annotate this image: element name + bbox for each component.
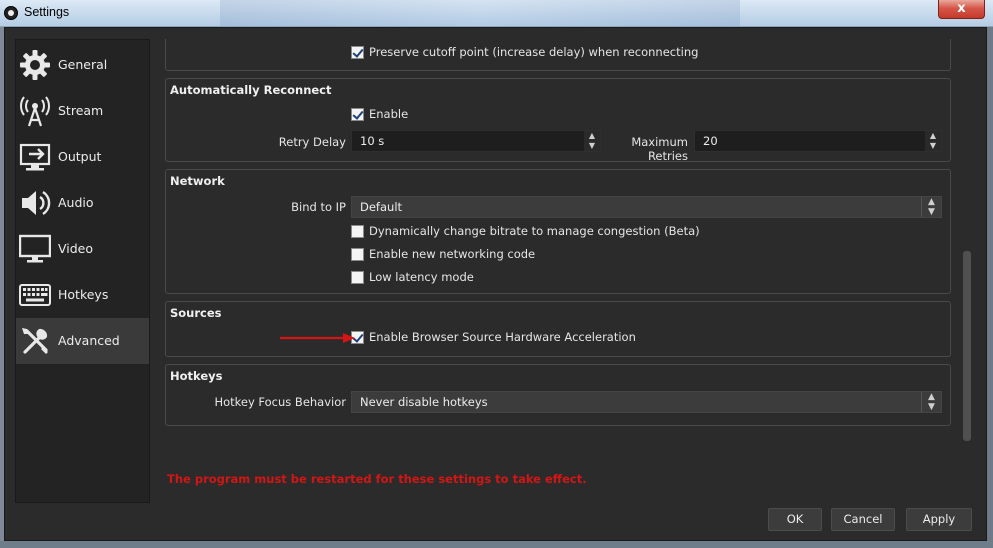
hotkey-focus-value: Never disable hotkeys [360,395,488,409]
sidebar-item-general[interactable]: General [16,42,149,88]
max-retries-value: 20 [703,134,718,148]
dynamic-bitrate-checkbox[interactable] [351,224,364,238]
cancel-button[interactable]: Cancel [831,508,895,531]
sidebar-item-video[interactable]: Video [16,226,149,272]
bind-to-ip-label: Bind to IP [291,200,346,214]
sidebar-item-label: Output [58,149,102,164]
sidebar-item-label: General [58,57,108,72]
group-hotkeys: Hotkeys Hotkey Focus Behavior Never disa… [165,364,951,426]
sidebar-item-label: Audio [58,195,94,210]
sidebar-item-audio[interactable]: Audio [16,180,149,226]
dynamic-bitrate-row[interactable]: Dynamically change bitrate to manage con… [351,224,700,238]
close-window-button[interactable]: x [938,0,985,19]
new-networking-checkbox[interactable] [351,247,364,261]
title-bar: Settings [0,0,993,27]
hotkey-focus-label: Hotkey Focus Behavior [214,395,346,409]
hotkey-focus-select[interactable]: Never disable hotkeys ▲ ▼ [351,391,942,413]
retry-delay-spinner[interactable]: ▲ ▼ [584,131,600,151]
annotation-arrow-icon [280,333,355,343]
max-retries-label: Maximum Retries [631,135,688,163]
group-network: Network Bind to IP Default ▲ ▼ Dynamicall… [165,169,951,294]
output-icon [19,141,51,173]
bind-to-ip-select[interactable]: Default ▲ ▼ [351,196,942,218]
max-retries-field[interactable]: 20 ▲ ▼ [694,130,942,152]
settings-sidebar: General Stream Output Audio Video Hotkey… [15,39,150,503]
bind-to-ip-value: Default [360,200,403,214]
sidebar-item-output[interactable]: Output [16,134,149,180]
preserve-cutoff-checkbox-row[interactable]: Preserve cutoff point (increase delay) w… [351,45,698,59]
tools-icon [19,325,51,357]
keyboard-icon [19,279,51,311]
sidebar-item-hotkeys[interactable]: Hotkeys [16,272,149,318]
group-title: Sources [170,306,222,320]
restart-warning-text: The program must be restarted for these … [167,472,587,486]
reconnect-enable-checkbox[interactable] [351,107,364,121]
broadcast-icon [19,95,51,127]
group-title: Network [170,174,225,188]
settings-content-area: Preserve cutoff point (increase delay) w… [155,39,970,503]
retry-delay-field[interactable]: 10 s ▲ ▼ [351,130,601,152]
apply-button[interactable]: Apply [906,508,972,531]
max-retries-spinner[interactable]: ▲ ▼ [925,131,941,151]
spin-down-icon[interactable]: ▼ [586,141,598,151]
sidebar-item-label: Video [58,241,94,256]
gear-icon [19,49,51,81]
new-networking-label: Enable new networking code [369,247,536,261]
sidebar-item-label: Hotkeys [58,287,109,302]
chevron-updown-icon: ▲ ▼ [921,392,941,412]
group-title: Automatically Reconnect [170,83,332,97]
retry-delay-label: Retry Delay [278,135,346,149]
spin-up-icon[interactable]: ▲ [586,131,598,141]
sidebar-item-label: Advanced [58,333,120,348]
spin-up-icon[interactable]: ▲ [927,131,939,141]
low-latency-label: Low latency mode [369,270,474,284]
chevron-updown-icon: ▲ ▼ [921,197,941,217]
ok-button[interactable]: OK [768,508,822,531]
new-networking-row[interactable]: Enable new networking code [351,247,535,261]
window-border-right [987,27,993,541]
browser-accel-row[interactable]: Enable Browser Source Hardware Accelerat… [351,330,636,344]
group-auto-reconnect: Automatically Reconnect Enable Retry Del… [165,78,951,163]
obs-logo-icon [4,6,18,20]
dynamic-bitrate-label: Dynamically change bitrate to manage con… [369,224,700,238]
group-sources: Sources Enable Browser Source Hardware A… [165,301,951,357]
retry-delay-value: 10 s [360,134,385,148]
settings-scrollbar[interactable] [962,39,972,503]
speaker-icon [19,187,51,219]
preserve-cutoff-checkbox[interactable] [351,45,364,59]
window-border-bottom [0,541,993,548]
group-stream-delay: Preserve cutoff point (increase delay) w… [165,39,951,71]
reconnect-enable-label: Enable [369,107,409,121]
sidebar-item-stream[interactable]: Stream [16,88,149,134]
low-latency-checkbox[interactable] [351,270,364,284]
reconnect-enable-row[interactable]: Enable [351,107,408,121]
spin-down-icon[interactable]: ▼ [927,141,939,151]
group-title: Hotkeys [170,369,223,383]
sidebar-item-advanced[interactable]: Advanced [16,318,149,364]
browser-accel-label: Enable Browser Source Hardware Accelerat… [369,330,636,344]
background-window-strip [220,0,740,26]
low-latency-row[interactable]: Low latency mode [351,270,474,284]
scrollbar-thumb[interactable] [963,251,971,441]
monitor-icon [18,233,52,265]
sidebar-item-label: Stream [58,103,104,118]
preserve-cutoff-label: Preserve cutoff point (increase delay) w… [369,45,699,59]
window-title: Settings [24,5,70,19]
settings-window: General Stream Output Audio Video Hotkey… [4,27,987,541]
